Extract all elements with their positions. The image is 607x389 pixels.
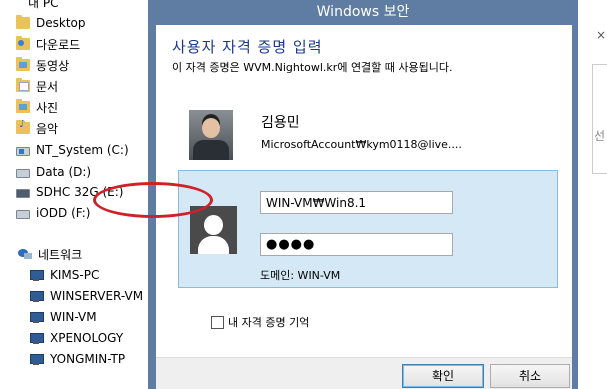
nav-item-label: NT_System (C:) [36, 143, 129, 157]
nav-item-network-pc[interactable]: WIN-VM [30, 307, 97, 327]
background-window: × 선 [578, 24, 607, 389]
nav-item-label: 사진 [36, 100, 59, 115]
current-user-avatar[interactable] [189, 110, 233, 160]
domain-label: 도메인: WIN-VM [260, 269, 341, 282]
nav-item-label: Desktop [36, 16, 86, 30]
nav-item-label: 다운로드 [36, 37, 81, 52]
nav-item-drive-f[interactable]: iODD (F:) [16, 203, 90, 223]
desktop-folder-icon [16, 15, 30, 29]
my-pc-label[interactable]: 내 PC [28, 0, 58, 11]
dialog-body: 사용자 자격 증명 입력 이 자격 증명은 WVM.Nightowl.kr에 연… [156, 25, 572, 389]
nav-item-label: 네트워크 [38, 247, 83, 262]
nav-item-label: SDHC 32G (E:) [36, 185, 124, 199]
nav-item-pictures[interactable]: 사진 [16, 97, 58, 117]
nav-item-documents[interactable]: 문서 [16, 76, 58, 96]
computer-icon [30, 353, 44, 365]
nav-item-desktop[interactable]: Desktop [16, 13, 86, 33]
computer-icon [30, 269, 44, 281]
nav-item-downloads[interactable]: 다운로드 [16, 34, 80, 54]
remember-checkbox[interactable] [211, 315, 224, 329]
nav-item-label: WINSERVER-VM [50, 289, 144, 303]
nav-item-network[interactable]: 네트워크 [18, 244, 82, 264]
sd-card-icon [16, 188, 30, 198]
nav-item-network-pc[interactable]: XPENOLOGY [30, 328, 123, 348]
password-input[interactable]: ●●●● [260, 233, 453, 256]
dialog-titlebar[interactable]: Windows 보안 [148, 0, 578, 25]
credential-tile[interactable]: WIN-VM₩Win8.1 ●●●● 도메인: WIN-VM [178, 170, 558, 288]
computer-icon [30, 332, 44, 344]
documents-folder-icon [16, 78, 30, 92]
current-user-name: 김용민 [261, 115, 300, 131]
nav-item-label: 문서 [36, 79, 59, 94]
nav-item-label: XPENOLOGY [50, 331, 124, 345]
dialog-heading: 사용자 자격 증명 입력 [172, 38, 323, 56]
videos-folder-icon [16, 57, 30, 71]
drive-icon [16, 209, 30, 219]
nav-item-label: WIN-VM [50, 310, 97, 324]
network-icon [18, 248, 32, 260]
computer-icon [30, 311, 44, 323]
nav-item-label: iODD (F:) [36, 206, 91, 220]
explorer-nav-pane: 내 PC Desktop 다운로드 동영상 문서 사진 음악 NT_System… [0, 0, 160, 389]
nav-item-network-pc[interactable]: WINSERVER-VM [30, 286, 143, 306]
system-drive-icon [16, 146, 30, 156]
dialog-title: Windows 보안 [316, 4, 410, 20]
computer-icon [30, 290, 44, 302]
nav-item-videos[interactable]: 동영상 [16, 55, 69, 75]
nav-item-network-pc[interactable]: KIMS-PC [30, 265, 99, 285]
dialog-footer: 확인 취소 [156, 357, 572, 389]
nav-item-label: YONGMIN-TP [50, 352, 126, 366]
downloads-folder-icon [16, 36, 30, 50]
user-tile-icon [190, 206, 237, 254]
nav-item-label: Data (D:) [36, 165, 92, 179]
nav-item-label: 동영상 [36, 58, 70, 73]
windows-security-dialog: Windows 보안 사용자 자격 증명 입력 이 자격 증명은 WVM.Nig… [148, 0, 578, 389]
nav-item-label: KIMS-PC [50, 268, 100, 282]
pictures-folder-icon [16, 99, 30, 113]
nav-item-network-pc[interactable]: YONGMIN-TP [30, 349, 125, 369]
nav-item-drive-e[interactable]: SDHC 32G (E:) [16, 182, 123, 202]
username-input[interactable]: WIN-VM₩Win8.1 [260, 191, 453, 214]
nav-item-label: 음악 [36, 121, 59, 136]
nav-item-drive-c[interactable]: NT_System (C:) [16, 140, 129, 160]
nav-item-music[interactable]: 음악 [16, 118, 58, 138]
ok-button[interactable]: 확인 [402, 364, 484, 388]
nav-item-drive-d[interactable]: Data (D:) [16, 162, 91, 182]
dialog-subtext: 이 자격 증명은 WVM.Nightowl.kr에 연결할 때 사용됩니다. [172, 61, 453, 74]
background-field [592, 64, 607, 174]
remember-label: 내 자격 증명 기억 [228, 316, 310, 329]
drive-icon [16, 168, 30, 178]
close-icon[interactable]: × [596, 28, 606, 42]
current-user-account: MicrosoftAccount₩kym0118@live.... [261, 138, 462, 151]
remember-credentials[interactable]: 내 자격 증명 기억 [211, 314, 309, 330]
background-label: 선 [594, 129, 606, 143]
cancel-button[interactable]: 취소 [490, 364, 570, 388]
music-folder-icon [16, 119, 30, 134]
